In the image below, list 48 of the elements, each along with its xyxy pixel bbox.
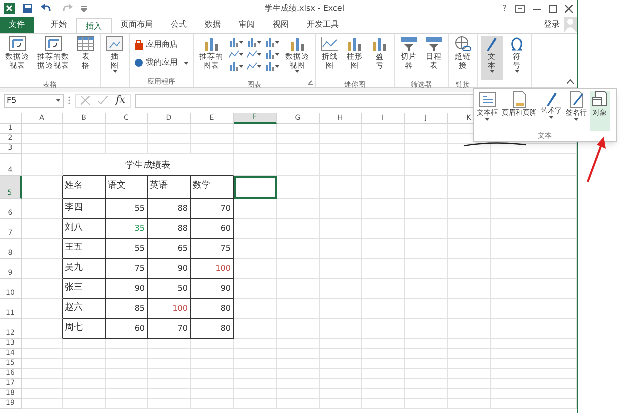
student-name-cell[interactable]: 张三 (63, 279, 106, 299)
score-cell[interactable]: 70 (191, 199, 234, 219)
score-cell[interactable]: 80 (191, 299, 234, 319)
ribbon-tab[interactable]: 视图 (264, 17, 298, 33)
file-tab[interactable]: 文件 (0, 17, 34, 33)
sign-in-link[interactable]: 登录 (544, 19, 560, 31)
student-name-cell[interactable]: 周七 (63, 319, 106, 339)
score-cell[interactable]: 65 (148, 239, 191, 259)
score-cell[interactable]: 60 (106, 319, 148, 339)
student-name-cell[interactable]: 王五 (63, 239, 106, 259)
column-heading-cell[interactable]: 语文 (106, 176, 148, 199)
ribbon-button[interactable]: 我的应用 (133, 57, 190, 69)
score-cell[interactable]: 75 (191, 239, 234, 259)
score-cell[interactable]: 80 (191, 319, 234, 339)
score-cell[interactable]: 60 (191, 219, 234, 239)
score-cell[interactable]: 55 (106, 239, 148, 259)
score-cell[interactable]: 90 (191, 279, 234, 299)
student-name-cell[interactable]: 刘八 (63, 219, 106, 239)
score-cell[interactable]: 88 (148, 199, 191, 219)
ribbon-tab[interactable]: 数据 (196, 17, 230, 33)
ribbon-button[interactable]: 应用商店 (133, 39, 190, 51)
ribbon-tab[interactable]: 插入 (76, 18, 112, 34)
score-cell[interactable]: 55 (106, 199, 148, 219)
score-cell[interactable]: 50 (148, 279, 191, 299)
student-name-cell[interactable]: 李四 (63, 199, 106, 219)
score-cell[interactable]: 88 (148, 219, 191, 239)
window-title: 学生成绩.xlsx - Excel (265, 2, 345, 14)
score-cell[interactable]: 85 (106, 299, 148, 319)
help-button[interactable]: ? (502, 2, 507, 14)
column-heading-cell[interactable]: 数学 (191, 176, 234, 199)
column-heading-cell[interactable]: 英语 (148, 176, 191, 199)
score-cell[interactable]: 70 (148, 319, 191, 339)
name-box[interactable]: F5 (4, 94, 64, 108)
ribbon-tab[interactable]: 页面布局 (112, 17, 162, 33)
ribbon-tab[interactable]: 审阅 (230, 17, 264, 33)
table-title[interactable]: 学生成绩表 (63, 154, 234, 176)
score-cell[interactable]: 100 (191, 259, 234, 279)
insert-function-button[interactable]: fx (116, 93, 126, 108)
score-cell[interactable]: 75 (106, 259, 148, 279)
column-heading-cell[interactable]: 姓名 (63, 176, 106, 199)
student-name-cell[interactable]: 赵六 (63, 299, 106, 319)
ribbon-tab[interactable]: 公式 (162, 17, 196, 33)
ribbon-tab[interactable]: 开发工具 (298, 17, 348, 33)
score-cell[interactable]: 90 (106, 279, 148, 299)
ribbon-tab[interactable]: 开始 (42, 17, 76, 33)
score-cell[interactable]: 90 (148, 259, 191, 279)
student-name-cell[interactable]: 吴九 (63, 259, 106, 279)
score-cell[interactable]: 100 (148, 299, 191, 319)
